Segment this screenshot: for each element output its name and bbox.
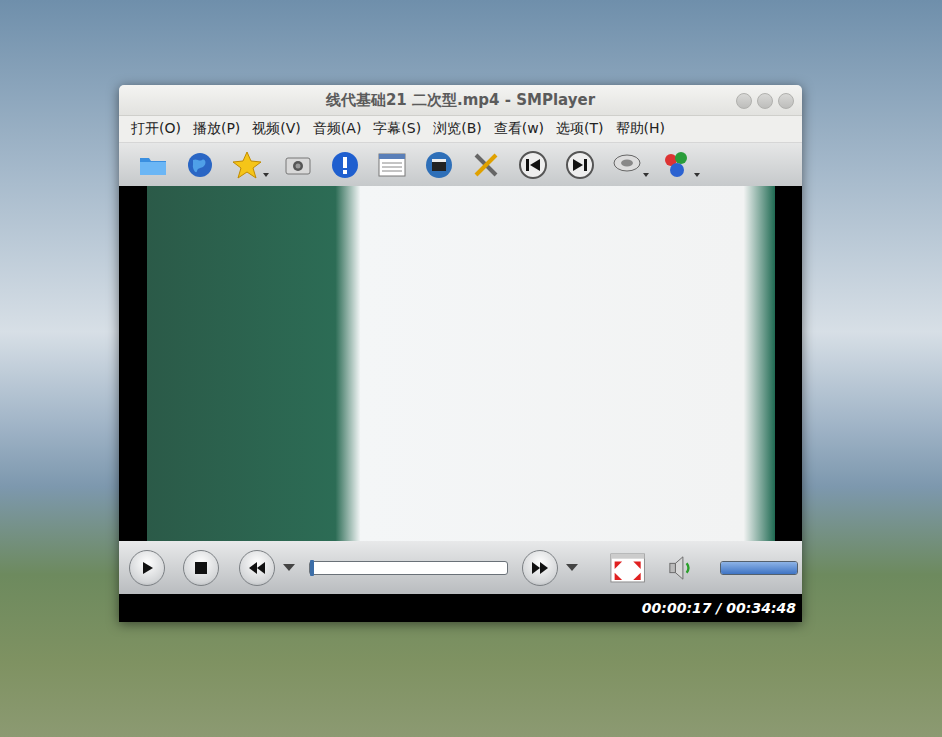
maximize-button[interactable] xyxy=(757,93,773,109)
stop-button[interactable] xyxy=(183,550,219,586)
screenshot-icon xyxy=(282,149,314,181)
menu-item[interactable]: 浏览(B) xyxy=(427,118,488,140)
screenshot-button[interactable] xyxy=(282,149,318,181)
rewind-menu-icon[interactable] xyxy=(283,564,295,571)
play-button[interactable] xyxy=(129,550,165,586)
playlist-icon xyxy=(376,149,408,181)
volume-icon[interactable] xyxy=(668,553,694,583)
title-bar[interactable]: 线代基础21 二次型.mp4 - SMPlayer xyxy=(119,85,802,116)
open-button[interactable] xyxy=(137,149,173,181)
menu-item[interactable]: 字幕(S) xyxy=(367,118,427,140)
rewind-icon xyxy=(248,561,266,575)
menu-item[interactable]: 视频(V) xyxy=(246,118,307,140)
dropdown-arrow-icon xyxy=(263,173,269,177)
menu-item[interactable]: 帮助(H) xyxy=(610,118,671,140)
preferences-icon xyxy=(470,149,502,181)
favorites-icon xyxy=(231,149,263,181)
window-title: 线代基础21 二次型.mp4 - SMPlayer xyxy=(326,91,595,110)
url-button[interactable] xyxy=(184,149,220,181)
video-button[interactable] xyxy=(423,149,459,181)
control-bar xyxy=(119,541,802,594)
minimize-button[interactable] xyxy=(736,93,752,109)
subtitles-button[interactable] xyxy=(662,149,702,181)
video-area[interactable] xyxy=(119,186,802,541)
menu-item[interactable]: 查看(w) xyxy=(488,118,550,140)
audio-icon xyxy=(611,149,643,181)
dropdown-arrow-icon xyxy=(694,173,700,177)
close-button[interactable] xyxy=(778,93,794,109)
stop-icon xyxy=(194,561,208,575)
toolbar xyxy=(119,142,802,186)
menu-item[interactable]: 打开(O) xyxy=(125,118,187,140)
menu-item[interactable]: 播放(P) xyxy=(187,118,246,140)
video-icon xyxy=(423,149,455,181)
menu-bar: 打开(O)播放(P)视频(V)音频(A)字幕(S)浏览(B)查看(w)选项(T)… xyxy=(119,116,802,142)
previous-icon xyxy=(517,149,549,181)
video-frame xyxy=(147,186,775,541)
volume-slider[interactable] xyxy=(720,561,798,575)
favorites-button[interactable] xyxy=(231,149,271,181)
preferences-button[interactable] xyxy=(470,149,506,181)
menu-item[interactable]: 音频(A) xyxy=(307,118,368,140)
seek-bar[interactable] xyxy=(309,561,508,575)
forward-icon xyxy=(531,561,549,575)
audio-button[interactable] xyxy=(611,149,651,181)
time-display: 00:00:17 / 00:34:48 xyxy=(642,600,796,616)
rewind-button[interactable] xyxy=(239,550,275,586)
seek-handle[interactable] xyxy=(310,560,314,576)
info-icon xyxy=(329,149,361,181)
menu-item[interactable]: 选项(T) xyxy=(550,118,609,140)
window-buttons xyxy=(736,93,794,109)
forward-button[interactable] xyxy=(522,550,558,586)
play-icon xyxy=(139,560,155,576)
smplayer-window: 线代基础21 二次型.mp4 - SMPlayer 打开(O)播放(P)视频(V)… xyxy=(119,85,802,622)
volume-fill xyxy=(721,562,797,574)
next-button[interactable] xyxy=(564,149,600,181)
url-icon xyxy=(184,149,216,181)
desktop: 线代基础21 二次型.mp4 - SMPlayer 打开(O)播放(P)视频(V)… xyxy=(0,0,942,737)
info-button[interactable] xyxy=(329,149,365,181)
dropdown-arrow-icon xyxy=(643,173,649,177)
playlist-button[interactable] xyxy=(376,149,412,181)
fullscreen-icon[interactable] xyxy=(610,552,645,584)
next-icon xyxy=(564,149,596,181)
open-icon xyxy=(137,149,169,181)
previous-button[interactable] xyxy=(517,149,553,181)
forward-menu-icon[interactable] xyxy=(566,564,578,571)
status-bar: 00:00:17 / 00:34:48 xyxy=(119,594,802,622)
subtitles-icon xyxy=(662,149,694,181)
